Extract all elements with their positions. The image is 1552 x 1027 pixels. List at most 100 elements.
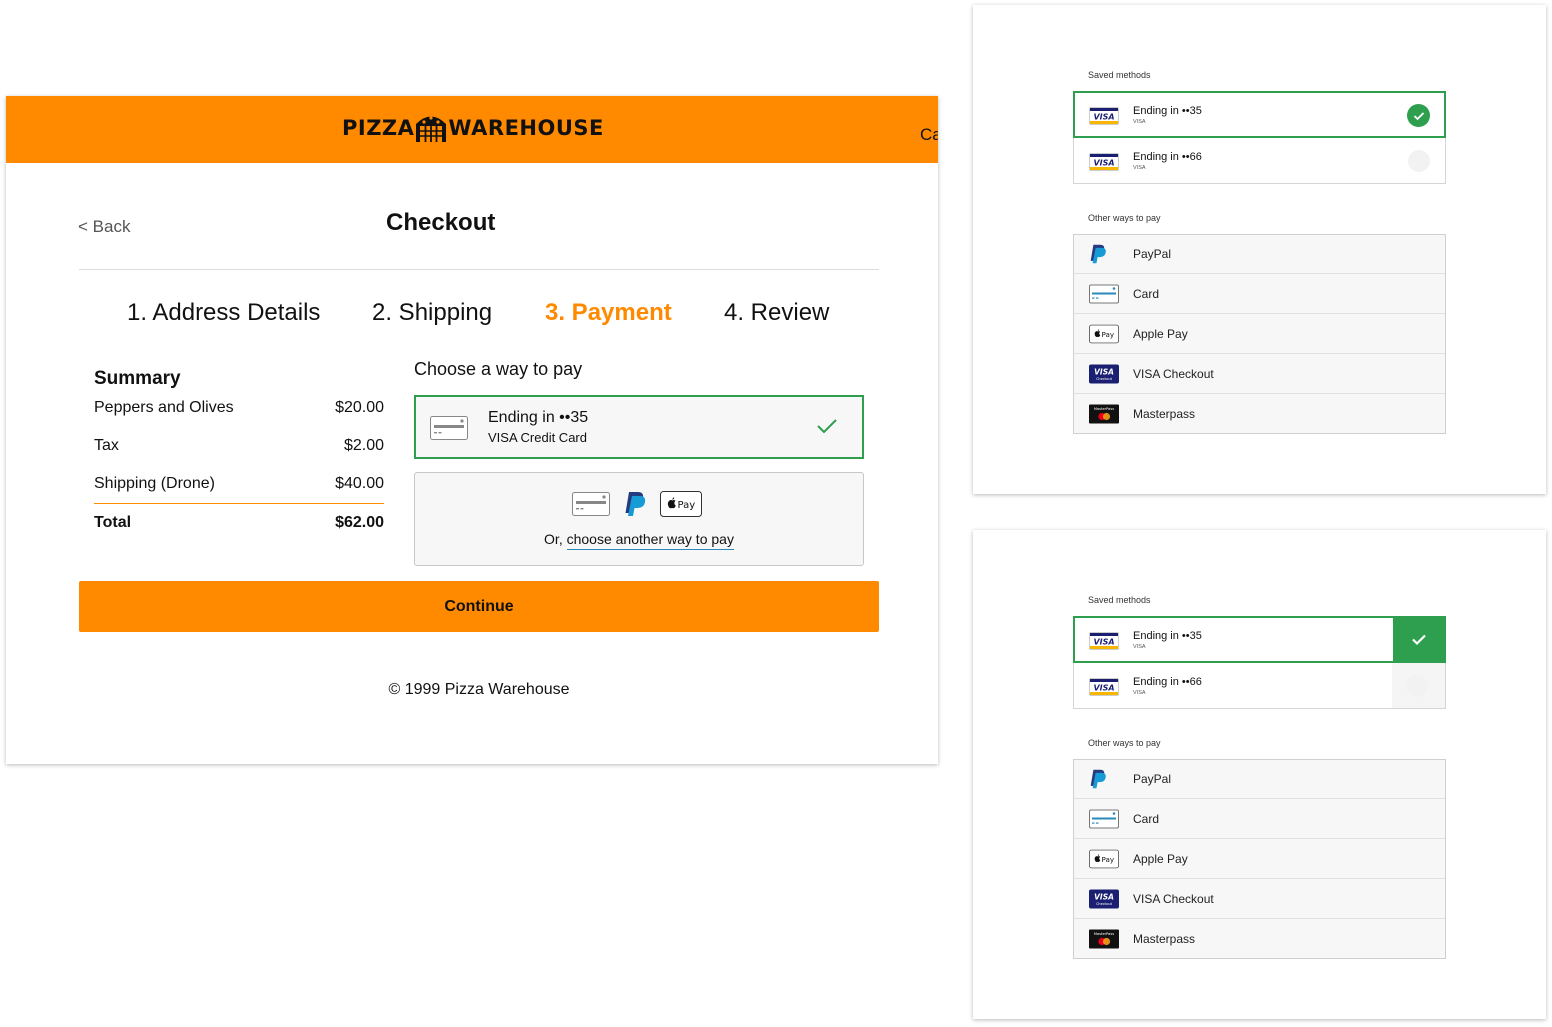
masterpass-icon: MasterPass <box>1089 929 1119 948</box>
svg-text:VISA: VISA <box>1093 683 1114 692</box>
summary-total-label: Total <box>94 514 132 531</box>
summary-item-price: $40.00 <box>335 475 384 492</box>
payment-variant-a: Saved methods VISA Ending in ••35 VISA V… <box>973 5 1546 494</box>
other-method-label: PayPal <box>1133 772 1172 786</box>
logo-text-right: WAREHOUSE <box>448 116 604 140</box>
saved-method-brand: VISA <box>1133 165 1146 171</box>
visa-icon: VISA <box>1089 153 1119 171</box>
summary-item-price: $2.00 <box>343 437 384 454</box>
other-method-label: Card <box>1133 811 1160 826</box>
check-icon <box>817 419 837 434</box>
svg-text:VISA: VISA <box>1094 367 1114 376</box>
other-ways-list: PayPal Card Pay Apple Pay VISA Checkout … <box>1073 234 1446 434</box>
masterpass-icon: MasterPass <box>1089 404 1119 423</box>
saved-method-row[interactable]: VISA Ending in ••35 VISA <box>1073 91 1446 138</box>
svg-text:VISA: VISA <box>1094 892 1114 901</box>
step-address-details[interactable]: 1. Address Details <box>127 299 320 327</box>
summary-item-name: Tax <box>94 437 119 454</box>
brand-header: PIZZA WAREHOUSE Ca <box>6 96 938 163</box>
other-ways-list: PayPal Card Pay Apple Pay VISA Checkout … <box>1073 759 1446 959</box>
svg-text:VISA: VISA <box>1093 158 1114 167</box>
summary-total-row: Total $62.00 <box>94 514 384 532</box>
visa-icon: VISA <box>1089 678 1119 696</box>
visa-icon: VISA <box>1089 632 1119 650</box>
svg-text:VISA: VISA <box>1093 637 1114 646</box>
card-icon[interactable] <box>572 492 610 516</box>
saved-method-brand: VISA <box>1133 690 1146 696</box>
other-method-label: Masterpass <box>1133 931 1196 946</box>
summary-row: Peppers and Olives $20.00 <box>94 399 384 417</box>
summary-item-name: Peppers and Olives <box>94 399 234 416</box>
saved-method-brand: VISA <box>1133 644 1146 650</box>
choose-another-way-link[interactable]: choose another way to pay <box>566 531 734 550</box>
other-method-card[interactable]: Card <box>1074 798 1445 838</box>
other-method-masterpass[interactable]: MasterPass Masterpass <box>1074 918 1445 958</box>
summary-divider <box>94 503 384 504</box>
other-method-icons: Pay <box>572 491 702 517</box>
step-payment[interactable]: 3. Payment <box>545 299 672 327</box>
checkout-window: PIZZA WAREHOUSE Ca < Back Checkout 1. Ad… <box>6 96 938 764</box>
other-ways-label: Other ways to pay <box>1088 213 1161 223</box>
back-link[interactable]: < Back <box>78 217 130 237</box>
radio-unselected-icon[interactable] <box>1408 150 1430 172</box>
other-method-visa-checkout[interactable]: VISA Checkout VISA Checkout <box>1074 878 1445 918</box>
paypal-icon <box>1089 769 1107 789</box>
other-method-label: VISA Checkout <box>1133 366 1214 381</box>
visa-checkout-icon: VISA Checkout <box>1089 889 1119 908</box>
other-method-label: Apple Pay <box>1133 851 1188 866</box>
visa-icon: VISA <box>1089 107 1119 125</box>
svg-text:Checkout: Checkout <box>1096 377 1113 381</box>
saved-method-row[interactable]: VISA Ending in ••35 VISA <box>1073 616 1446 663</box>
selected-check-icon <box>1393 618 1444 661</box>
other-method-label: Apple Pay <box>1133 326 1188 341</box>
saved-method-row[interactable]: VISA Ending in ••66 VISA <box>1073 137 1446 184</box>
saved-methods-label: Saved methods <box>1088 70 1151 80</box>
svg-text:MasterPass: MasterPass <box>1094 932 1114 936</box>
summary-total-price: $62.00 <box>335 514 384 531</box>
selected-card-ending: Ending in ••35 <box>488 409 589 426</box>
svg-text:Pay: Pay <box>678 500 696 511</box>
paypal-icon <box>1089 244 1107 264</box>
other-method-visa-checkout[interactable]: VISA Checkout VISA Checkout <box>1074 353 1445 393</box>
other-method-label: PayPal <box>1133 247 1172 261</box>
svg-text:MasterPass: MasterPass <box>1094 407 1114 411</box>
apple-pay-icon[interactable]: Pay <box>660 491 702 517</box>
warehouse-door-icon <box>416 116 447 142</box>
summary-item-price: $20.00 <box>335 399 384 416</box>
card-icon <box>1089 284 1119 303</box>
payment-variant-b: Saved methods VISA Ending in ••35 VISA V… <box>973 530 1546 1019</box>
summary-row: Shipping (Drone) $40.00 <box>94 475 384 493</box>
saved-methods-list: VISA Ending in ••35 VISA VISA Ending in … <box>1073 616 1446 709</box>
pizza-warehouse-logo[interactable]: PIZZA WAREHOUSE <box>342 110 604 146</box>
saved-method-ending: Ending in ••66 <box>1133 151 1202 163</box>
other-ways-label: Other ways to pay <box>1088 738 1161 748</box>
other-method-label: VISA Checkout <box>1133 891 1214 906</box>
summary-row: Tax $2.00 <box>94 437 384 455</box>
other-method-paypal[interactable]: PayPal <box>1074 235 1445 273</box>
cart-link[interactable]: Ca <box>920 125 938 145</box>
selected-check-icon <box>1407 104 1430 127</box>
selected-payment-method[interactable]: Ending in ••35 VISA Credit Card <box>414 395 864 459</box>
step-review[interactable]: 4. Review <box>724 299 829 327</box>
svg-text:Pay: Pay <box>1102 329 1115 338</box>
other-method-masterpass[interactable]: MasterPass Masterpass <box>1074 393 1445 433</box>
radio-column <box>1392 663 1445 708</box>
payment-heading: Choose a way to pay <box>414 359 583 379</box>
page-title: Checkout <box>386 209 496 236</box>
radio-unselected-icon[interactable] <box>1406 675 1428 697</box>
continue-button[interactable]: Continue <box>79 581 879 632</box>
logo-text-left: PIZZA <box>342 116 415 140</box>
saved-methods-label: Saved methods <box>1088 595 1151 605</box>
other-method-apple-pay[interactable]: Pay Apple Pay <box>1074 838 1445 878</box>
card-icon <box>1089 809 1119 828</box>
saved-methods-list: VISA Ending in ••35 VISA VISA Ending in … <box>1073 91 1446 184</box>
other-method-card[interactable]: Card <box>1074 273 1445 313</box>
other-payment-methods[interactable]: Pay Or, choose another way to pay <box>414 472 864 566</box>
selected-card-type: VISA Credit Card <box>488 430 587 445</box>
other-method-apple-pay[interactable]: Pay Apple Pay <box>1074 313 1445 353</box>
saved-method-row[interactable]: VISA Ending in ••66 VISA <box>1073 662 1446 709</box>
paypal-icon[interactable] <box>624 491 646 517</box>
other-method-paypal[interactable]: PayPal <box>1074 760 1445 798</box>
step-shipping[interactable]: 2. Shipping <box>372 299 492 327</box>
header-divider <box>79 269 879 270</box>
